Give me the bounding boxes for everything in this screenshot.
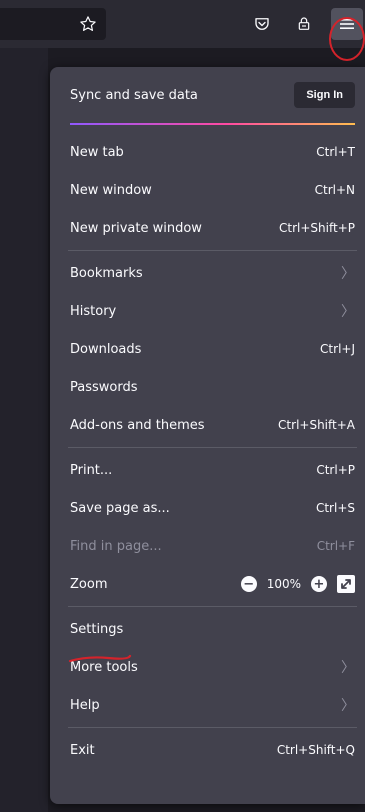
menu-item-label: Settings xyxy=(70,621,124,637)
menu-item-shortcut: Ctrl+P xyxy=(316,463,355,477)
menu-item-shortcut: Ctrl+N xyxy=(314,183,355,197)
zoom-out-button[interactable]: − xyxy=(240,576,257,592)
menu-item-shortcut: Ctrl+Shift+Q xyxy=(276,743,355,757)
menu-item-bookmarks[interactable]: Bookmarks 〉 xyxy=(60,254,365,292)
menu-item-zoom: Zoom − 100% + xyxy=(60,565,365,603)
page-background xyxy=(0,48,48,812)
menu-item-label: Exit xyxy=(70,742,95,758)
menu-item-settings[interactable]: Settings xyxy=(60,610,365,648)
menu-item-shortcut: Ctrl+F xyxy=(316,539,355,553)
bookmark-star-icon[interactable] xyxy=(72,8,104,40)
menu-item-label: Downloads xyxy=(70,341,142,357)
menu-item-history[interactable]: History 〉 xyxy=(60,292,365,330)
menu-item-find-in-page: Find in page... Ctrl+F xyxy=(60,527,365,565)
zoom-controls: − 100% + xyxy=(240,575,355,593)
sign-in-button[interactable]: Sign In xyxy=(294,82,355,108)
menu-item-label: New window xyxy=(70,182,152,198)
menu-item-label: Print... xyxy=(70,462,113,478)
menu-separator xyxy=(68,447,357,448)
pocket-icon[interactable] xyxy=(246,8,278,40)
menu-item-label: Zoom xyxy=(70,576,108,592)
menu-item-label: Add-ons and themes xyxy=(70,417,205,433)
menu-item-label: New tab xyxy=(70,144,124,160)
menu-item-exit[interactable]: Exit Ctrl+Shift+Q xyxy=(60,731,365,769)
menu-item-passwords[interactable]: Passwords xyxy=(60,368,365,406)
menu-item-new-tab[interactable]: New tab Ctrl+T xyxy=(60,133,365,171)
menu-item-help[interactable]: Help 〉 xyxy=(60,686,365,724)
chevron-right-icon: 〉 xyxy=(341,698,355,714)
menu-item-label: Find in page... xyxy=(70,538,162,554)
menu-item-save-page-as[interactable]: Save page as... Ctrl+S xyxy=(60,489,365,527)
sync-label: Sync and save data xyxy=(70,87,198,103)
menu-item-new-window[interactable]: New window Ctrl+N xyxy=(60,171,365,209)
menu-item-shortcut: Ctrl+S xyxy=(315,501,355,515)
menu-separator xyxy=(68,606,357,607)
menu-item-label: Passwords xyxy=(70,379,138,395)
menu-item-label: Help xyxy=(70,697,100,713)
gradient-divider xyxy=(70,123,355,125)
fullscreen-icon[interactable] xyxy=(337,575,355,593)
menu-item-label: Bookmarks xyxy=(70,265,143,281)
menu-item-new-private-window[interactable]: New private window Ctrl+Shift+P xyxy=(60,209,365,247)
zoom-level[interactable]: 100% xyxy=(267,577,301,591)
menu-item-label: Save page as... xyxy=(70,500,170,516)
app-menu-panel: Sync and save data Sign In New tab Ctrl+… xyxy=(50,67,365,804)
sync-row: Sync and save data Sign In xyxy=(60,67,365,123)
menu-item-shortcut: Ctrl+Shift+A xyxy=(278,418,355,432)
zoom-in-button[interactable]: + xyxy=(311,576,327,592)
annotation-underline xyxy=(68,654,132,663)
menu-item-label: New private window xyxy=(70,220,202,236)
menu-item-addons-and-themes[interactable]: Add-ons and themes Ctrl+Shift+A xyxy=(60,406,365,444)
menu-item-print[interactable]: Print... Ctrl+P xyxy=(60,451,365,489)
chevron-right-icon: 〉 xyxy=(341,660,355,676)
menu-item-shortcut: Ctrl+T xyxy=(316,145,355,159)
menu-separator xyxy=(68,727,357,728)
menu-item-label: History xyxy=(70,303,117,319)
chevron-right-icon: 〉 xyxy=(341,266,355,282)
browser-toolbar xyxy=(0,0,365,48)
menu-item-shortcut: Ctrl+Shift+P xyxy=(279,221,355,235)
annotation-circle xyxy=(329,17,365,61)
menu-item-downloads[interactable]: Downloads Ctrl+J xyxy=(60,330,365,368)
menu-separator xyxy=(68,250,357,251)
extension-icon[interactable] xyxy=(288,8,320,40)
menu-item-shortcut: Ctrl+J xyxy=(320,342,355,356)
chevron-right-icon: 〉 xyxy=(341,304,355,320)
